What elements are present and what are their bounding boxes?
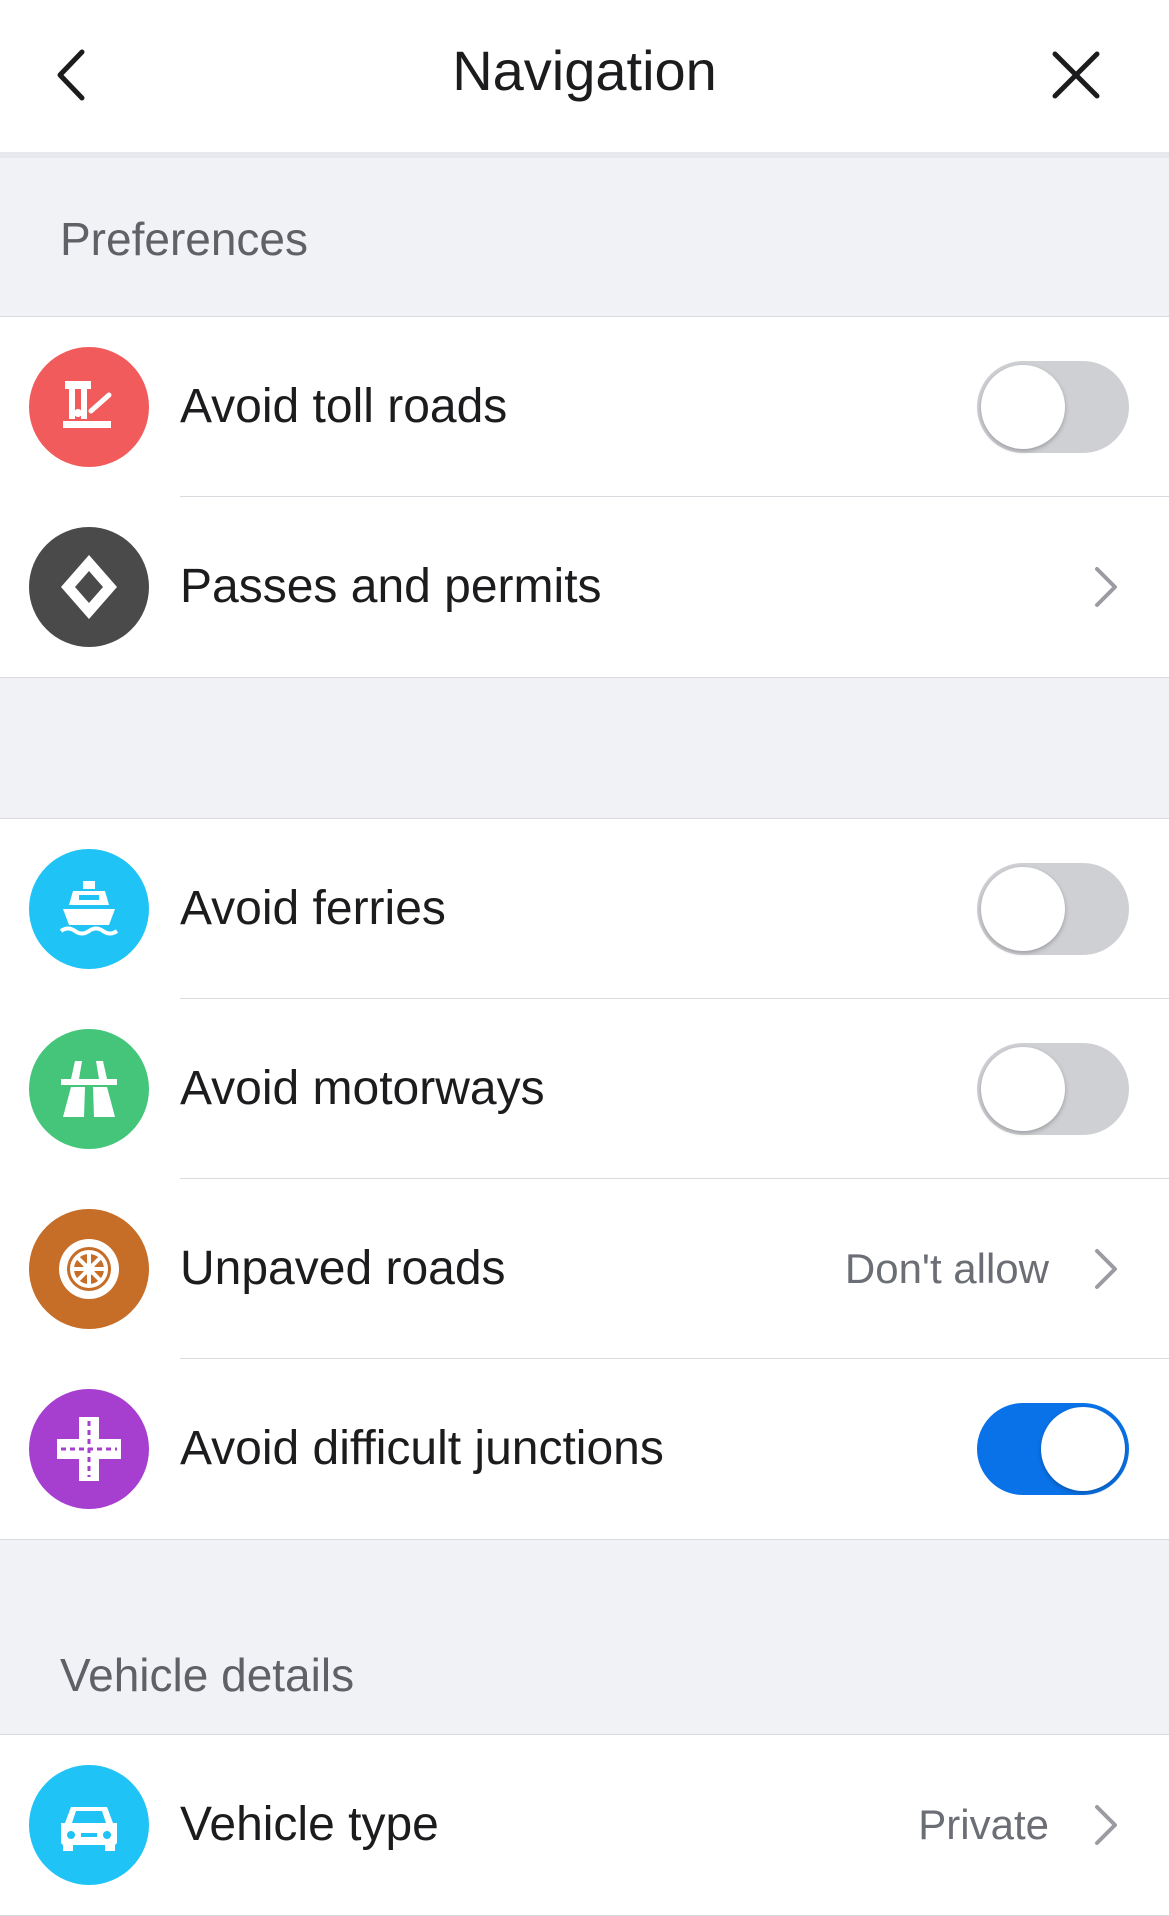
car-icon [29,1765,149,1885]
section-label: Preferences [60,213,309,265]
row-value: Private [918,1801,1049,1848]
chevron-right-icon [1095,1249,1117,1289]
row-avoid-difficult-junctions[interactable]: Avoid difficult junctions [0,1359,1169,1539]
section-title-preferences: Preferences [0,158,1169,316]
close-icon [1052,51,1100,99]
avoid-options-group: Avoid ferries Avoid motorways Unpaved ro… [0,818,1169,1540]
motorway-icon [29,1029,149,1149]
row-label: Avoid toll roads [180,380,508,433]
avoid-motorways-toggle[interactable] [977,1043,1129,1135]
chevron-right-icon [1095,567,1117,607]
avoid-ferries-toggle[interactable] [977,863,1129,955]
section-spacer [0,678,1169,818]
wheel-icon [29,1209,149,1329]
row-label: Passes and permits [180,560,602,613]
row-label: Unpaved roads [180,1242,506,1295]
section-title-vehicle-details: Vehicle details [0,1540,1169,1734]
row-avoid-toll-roads[interactable]: Avoid toll roads [0,317,1169,497]
toggle-knob [981,365,1065,449]
avoid-difficult-junctions-toggle[interactable] [977,1403,1129,1495]
toggle-knob [981,867,1065,951]
avoid-toll-roads-toggle[interactable] [977,361,1129,453]
toll-booth-icon [29,347,149,467]
ferry-icon [29,849,149,969]
row-label: Avoid ferries [180,882,446,935]
row-vehicle-type[interactable]: Vehicle type Private [0,1735,1169,1915]
row-label: Vehicle type [180,1798,439,1851]
row-unpaved-roads[interactable]: Unpaved roads Don't allow [0,1179,1169,1359]
row-passes-and-permits[interactable]: Passes and permits [0,497,1169,677]
vehicle-group: Vehicle type Private [0,1734,1169,1916]
row-avoid-motorways[interactable]: Avoid motorways [0,999,1169,1179]
section-label: Vehicle details [60,1649,355,1701]
header-bar: Navigation [0,0,1169,158]
diamond-icon [29,527,149,647]
toggle-knob [981,1047,1065,1131]
junction-icon [29,1389,149,1509]
preferences-group: Avoid toll roads Passes and permits [0,316,1169,678]
row-value: Don't allow [844,1245,1049,1292]
row-label: Avoid difficult junctions [180,1422,664,1475]
row-label: Avoid motorways [180,1062,545,1115]
page-title: Navigation [452,39,717,102]
toggle-knob [1041,1407,1125,1491]
row-avoid-ferries[interactable]: Avoid ferries [0,819,1169,999]
close-button[interactable] [1041,40,1111,110]
chevron-right-icon [1095,1805,1117,1845]
